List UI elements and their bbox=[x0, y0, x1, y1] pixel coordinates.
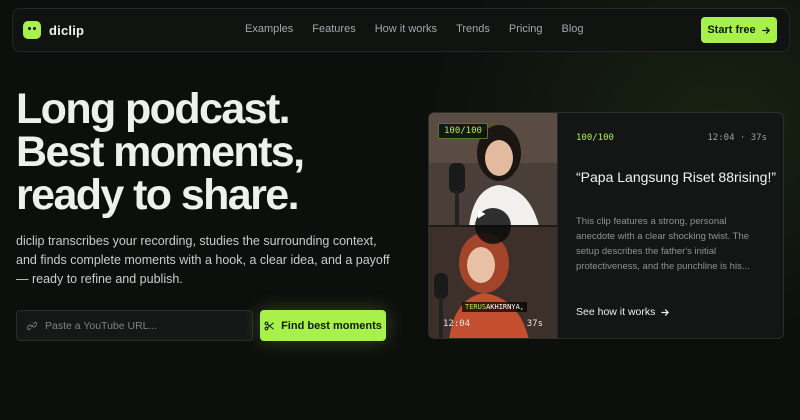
clip-score: 100/100 bbox=[576, 133, 614, 143]
subtitle-caption: TERUSAKHIRNYA, bbox=[462, 302, 528, 312]
hero-subtext: diclip transcribes your recording, studi… bbox=[16, 234, 390, 286]
thumbnail-duration: 37s bbox=[526, 319, 543, 329]
headline-line-2: Best moments, bbox=[16, 128, 305, 176]
youtube-url-input[interactable] bbox=[45, 319, 235, 332]
see-how-it-works-label: See how it works bbox=[576, 306, 656, 318]
find-best-moments-button[interactable]: Find best moments bbox=[260, 310, 386, 341]
youtube-url-field[interactable] bbox=[16, 310, 253, 341]
thumbnail-start-time: 12:04 bbox=[443, 319, 471, 329]
arrow-right-icon bbox=[761, 26, 770, 34]
play-icon bbox=[478, 209, 486, 219]
start-free-button[interactable]: Start free bbox=[701, 17, 777, 43]
clip-thumbnail[interactable]: 100/100 TERUSAKHIRNYA, 12:04 37s bbox=[429, 113, 557, 338]
find-best-moments-label: Find best moments bbox=[281, 319, 382, 332]
link-icon bbox=[27, 321, 37, 330]
nav-item-trends[interactable]: Trends bbox=[456, 23, 490, 35]
brand[interactable]: diclip bbox=[23, 21, 84, 39]
thumbnail-score-badge: 100/100 bbox=[438, 123, 488, 139]
play-button[interactable] bbox=[475, 208, 511, 244]
nav-item-how-it-works[interactable]: How it works bbox=[375, 23, 437, 35]
see-how-it-works-link[interactable]: See how it works bbox=[576, 306, 670, 318]
diclip-logo-icon bbox=[23, 21, 41, 39]
start-free-label: Start free bbox=[707, 24, 756, 36]
hero-headline: Long podcast. Best moments, ready to sha… bbox=[16, 85, 305, 219]
nav-item-blog[interactable]: Blog bbox=[562, 23, 584, 35]
clip-description: This clip features a strong, personal an… bbox=[576, 216, 750, 272]
nav-item-pricing[interactable]: Pricing bbox=[509, 23, 543, 35]
caption-rest: AKHIRNYA, bbox=[486, 303, 525, 311]
headline-line-1: Long podcast. bbox=[16, 85, 291, 133]
nav-item-examples[interactable]: Examples bbox=[245, 23, 293, 35]
arrow-right-icon bbox=[661, 308, 670, 316]
clip-info-panel: 100/100 12:04 · 37s “Papa Langsung Riset… bbox=[557, 113, 783, 338]
nav-menu: Examples Features How it works Trends Pr… bbox=[245, 23, 584, 35]
headline-line-3: ready to share. bbox=[16, 171, 300, 219]
scissors-icon bbox=[264, 321, 274, 330]
clip-preview-card: 100/100 TERUSAKHIRNYA, 12:04 37s 100/100… bbox=[428, 112, 784, 339]
caption-highlight: TERUS bbox=[465, 303, 487, 311]
nav-item-features[interactable]: Features bbox=[312, 23, 355, 35]
top-nav: diclip Examples Features How it works Tr… bbox=[12, 8, 790, 52]
clip-title: “Papa Langsung Riset 88rising!” bbox=[576, 169, 777, 185]
clip-time-range: 12:04 · 37s bbox=[707, 133, 767, 143]
brand-name: diclip bbox=[49, 22, 85, 38]
